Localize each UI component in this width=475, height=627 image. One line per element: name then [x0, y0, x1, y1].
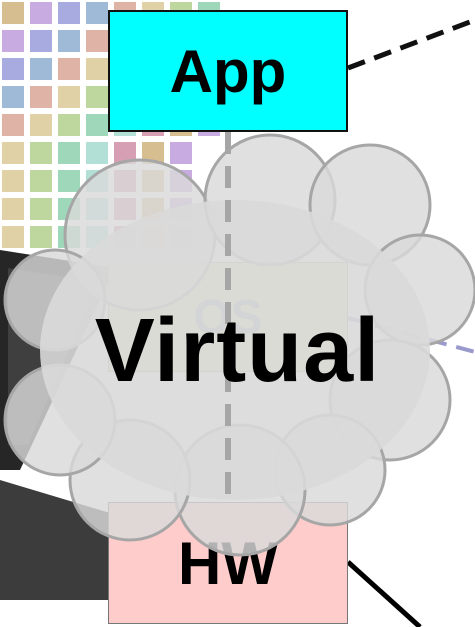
- virtual-label: Virtual: [94, 301, 381, 401]
- diagram-stage: App OS HW Virtual: [0, 0, 475, 627]
